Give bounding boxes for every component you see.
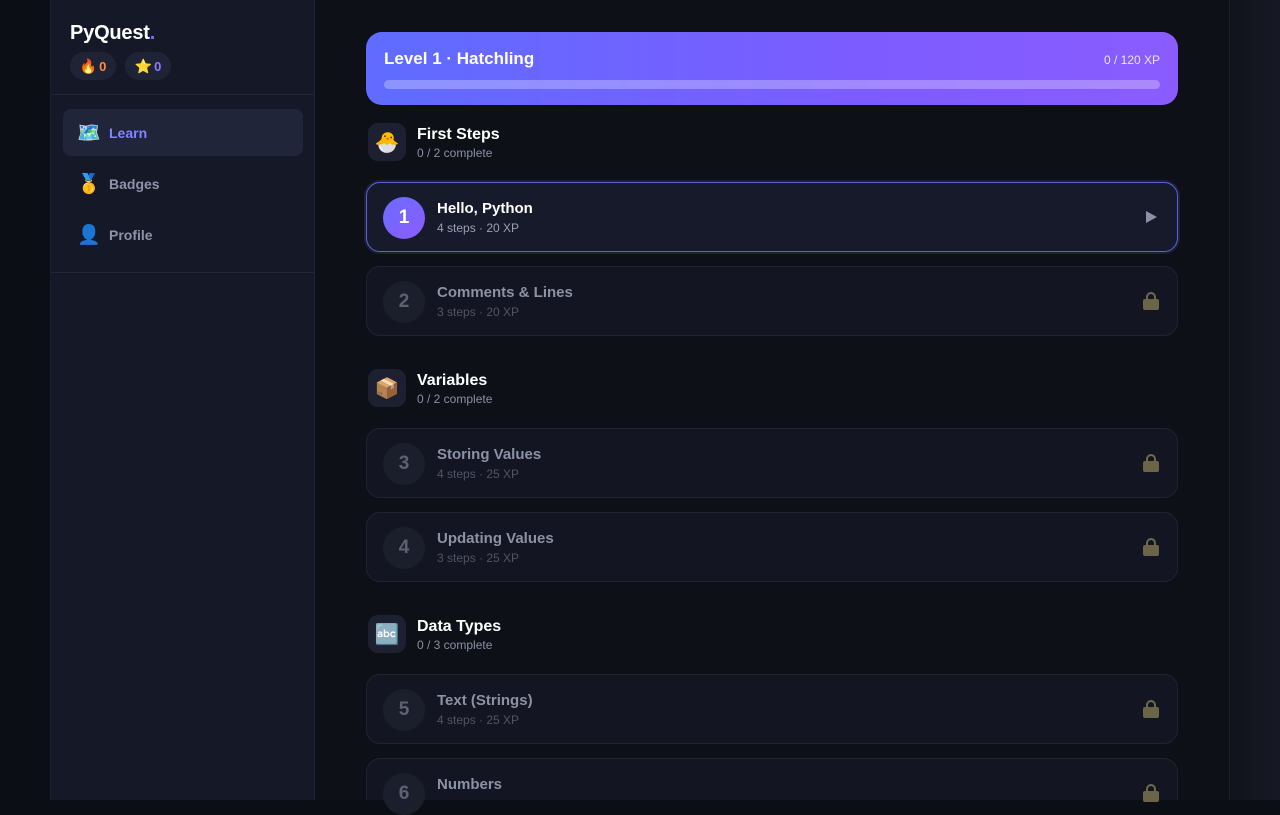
right-gutter bbox=[1230, 0, 1280, 800]
sidebar-divider bbox=[51, 272, 315, 273]
star-icon: ⭐ bbox=[134, 57, 153, 74]
unit-progress: 0 / 2 complete bbox=[417, 392, 493, 406]
package-icon: 📦 bbox=[368, 369, 406, 407]
stars-counter: ⭐ 0 bbox=[125, 52, 171, 80]
lesson-number: 1 bbox=[383, 197, 425, 239]
sidebar: PyQuest. 🔥 0 ⭐ 0 🗺️ Learn 🥇 Badges 👤 Pro… bbox=[51, 0, 315, 800]
lesson-meta: 4 steps · 25 XP bbox=[437, 713, 520, 727]
unit-title: First Steps bbox=[417, 126, 500, 143]
unit-progress: 0 / 3 complete bbox=[417, 638, 493, 652]
unit-title: Data Types bbox=[417, 618, 502, 635]
lesson-number: 3 bbox=[383, 443, 425, 485]
lesson-title: Numbers bbox=[437, 776, 503, 793]
sidebar-item-label: Badges bbox=[109, 175, 160, 192]
user-icon: 👤 bbox=[77, 224, 101, 246]
lesson-card: 5 Text (Strings) 4 steps · 25 XP bbox=[366, 674, 1178, 744]
unit-progress: 0 / 2 complete bbox=[417, 146, 493, 160]
streak-counter: 🔥 0 bbox=[70, 52, 116, 80]
xp-progress-bar bbox=[384, 80, 1160, 89]
lesson-number: 2 bbox=[383, 281, 425, 323]
lock-icon bbox=[1141, 699, 1161, 719]
brand-name: PyQuest bbox=[70, 22, 150, 44]
lesson-card: 2 Comments & Lines 3 steps · 20 XP bbox=[366, 266, 1178, 336]
level-progress-card: Level 1 · Hatchling 0 / 120 XP bbox=[366, 32, 1178, 105]
unit-header-data-types: 🔤 Data Types 0 / 3 complete bbox=[368, 615, 1178, 655]
sidebar-divider bbox=[51, 94, 315, 95]
lesson-meta: 3 steps · 20 XP bbox=[437, 305, 520, 319]
sidebar-item-badges[interactable]: 🥇 Badges bbox=[63, 160, 303, 207]
lesson-title: Storing Values bbox=[437, 446, 542, 463]
brand-logo[interactable]: PyQuest. bbox=[70, 22, 155, 45]
abc-icon: 🔤 bbox=[368, 615, 406, 653]
unit-header-variables: 📦 Variables 0 / 2 complete bbox=[368, 369, 1178, 409]
lesson-meta: 3 steps · 25 XP bbox=[437, 551, 520, 565]
lesson-number: 4 bbox=[383, 527, 425, 569]
lesson-number: 6 bbox=[383, 773, 425, 815]
stars-value: 0 bbox=[154, 58, 162, 74]
lock-icon bbox=[1141, 453, 1161, 473]
lesson-title: Comments & Lines bbox=[437, 284, 573, 301]
fire-icon: 🔥 bbox=[79, 57, 98, 74]
streak-value: 0 bbox=[99, 58, 107, 74]
sidebar-item-label: Learn bbox=[109, 124, 148, 141]
sidebar-item-learn[interactable]: 🗺️ Learn bbox=[63, 109, 303, 156]
lock-icon bbox=[1141, 783, 1161, 803]
lesson-meta: 4 steps · 25 XP bbox=[437, 467, 520, 481]
lesson-card: 4 Updating Values 3 steps · 25 XP bbox=[366, 512, 1178, 582]
sidebar-item-profile[interactable]: 👤 Profile bbox=[63, 211, 303, 258]
lesson-number: 5 bbox=[383, 689, 425, 731]
lesson-card: 6 Numbers bbox=[366, 758, 1178, 815]
unit-title: Variables bbox=[417, 372, 488, 389]
lesson-title: Hello, Python bbox=[437, 200, 533, 217]
level-title: Level 1 · Hatchling bbox=[384, 49, 535, 68]
lesson-meta: 4 steps · 20 XP bbox=[437, 221, 520, 235]
hatching-chick-icon: 🐣 bbox=[368, 123, 406, 161]
xp-value: 0 / 120 XP bbox=[1103, 53, 1160, 67]
map-icon: 🗺️ bbox=[77, 122, 101, 144]
lesson-title: Text (Strings) bbox=[437, 692, 533, 709]
lock-icon bbox=[1141, 537, 1161, 557]
brand-dot: . bbox=[149, 22, 156, 44]
lesson-card[interactable]: 1 Hello, Python 4 steps · 20 XP bbox=[366, 182, 1178, 252]
play-icon[interactable] bbox=[1141, 207, 1161, 227]
lesson-card: 3 Storing Values 4 steps · 25 XP bbox=[366, 428, 1178, 498]
lock-icon bbox=[1141, 291, 1161, 311]
sidebar-item-label: Profile bbox=[109, 226, 153, 243]
unit-header-first-steps: 🐣 First Steps 0 / 2 complete bbox=[368, 123, 1178, 163]
lesson-title: Updating Values bbox=[437, 530, 554, 547]
medal-icon: 🥇 bbox=[77, 173, 101, 195]
